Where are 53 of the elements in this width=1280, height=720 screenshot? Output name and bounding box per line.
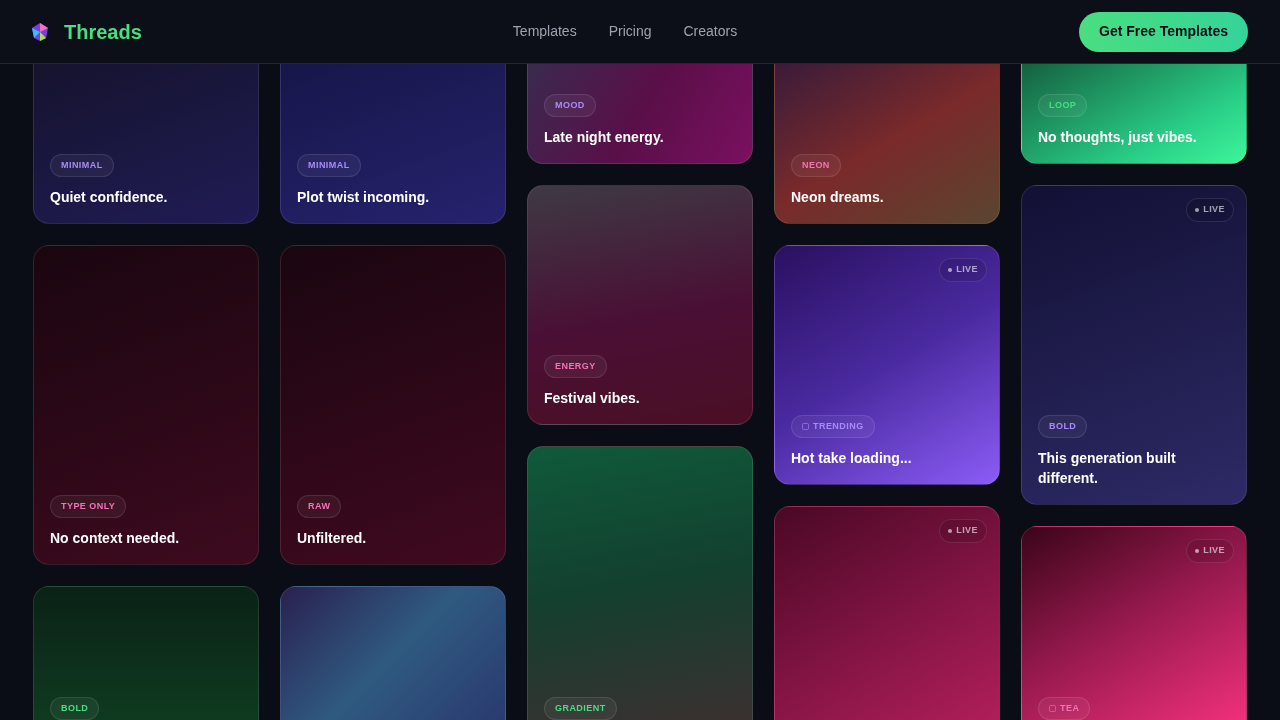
dot-icon [1195, 207, 1200, 212]
template-card[interactable]: RAW Unfiltered. [280, 245, 506, 565]
brand-name[interactable]: Threads [64, 16, 142, 47]
card-title: Unfiltered. [297, 529, 368, 548]
live-badge: LIVE [939, 258, 987, 282]
nav-link[interactable]: Templates [512, 21, 577, 42]
tag: ENERGY [544, 354, 607, 378]
template-card[interactable]: GRADIENT [527, 446, 753, 720]
tag: RAW [297, 494, 342, 518]
template-card[interactable]: LIVE BOLD This generation built different. [1021, 185, 1247, 505]
live-badge: LIVE [939, 519, 987, 543]
live-badge: LIVE [1186, 198, 1234, 222]
tag: NEON [791, 153, 841, 177]
nav-link[interactable]: Pricing [608, 21, 652, 42]
tag: BOLD [1038, 414, 1088, 438]
card-title: Hot take loading... [791, 449, 913, 468]
tag: MINIMAL [50, 153, 114, 177]
get-templates-button[interactable]: Get Free Templates [1079, 11, 1248, 52]
template-card[interactable]: LIVE [774, 506, 1000, 720]
template-card[interactable]: MOOD Late night energy. [527, 64, 753, 164]
template-card[interactable]: BOLD [33, 586, 259, 720]
template-card[interactable]: LIVE TRENDING Hot take loading... [774, 245, 1000, 485]
gem-logo-icon [32, 22, 48, 41]
square-icon [802, 422, 809, 430]
template-card[interactable]: NEON Neon dreams. [774, 64, 1000, 224]
template-card[interactable]: TYPE ONLY No context needed. [33, 245, 259, 565]
tag: TYPE ONLY [50, 494, 127, 518]
tag: TRENDING [791, 414, 875, 438]
tag: BOLD [50, 696, 100, 720]
card-title: No context needed. [50, 529, 181, 548]
tag: GRADIENT [544, 696, 617, 720]
dot-icon [1195, 548, 1200, 553]
tag: TEA [1038, 696, 1091, 720]
card-title: Plot twist incoming. [297, 188, 431, 207]
tag: LOOP [1038, 93, 1088, 117]
card-title: Neon dreams. [791, 188, 885, 207]
nav-link[interactable]: Creators [683, 21, 738, 42]
card-title: Quiet confidence. [50, 188, 169, 207]
card-title: This generation built different. [1038, 449, 1177, 488]
template-card[interactable] [280, 586, 506, 720]
square-icon [1049, 704, 1056, 712]
card-title: No thoughts, just vibes. [1038, 128, 1198, 147]
tag: MOOD [544, 93, 596, 117]
dot-icon [948, 528, 953, 533]
tag: MINIMAL [297, 153, 361, 177]
template-card[interactable]: LIVE TEA [1021, 526, 1247, 720]
dot-icon [948, 267, 953, 272]
template-card[interactable]: MINIMAL Plot twist incoming. [280, 64, 506, 224]
template-card[interactable]: MINIMAL Quiet confidence. [33, 64, 259, 224]
card-title: Festival vibes. [544, 389, 641, 408]
live-badge: LIVE [1186, 539, 1234, 563]
card-title: Late night energy. [544, 128, 665, 147]
template-card[interactable]: ENERGY Festival vibes. [527, 185, 753, 425]
